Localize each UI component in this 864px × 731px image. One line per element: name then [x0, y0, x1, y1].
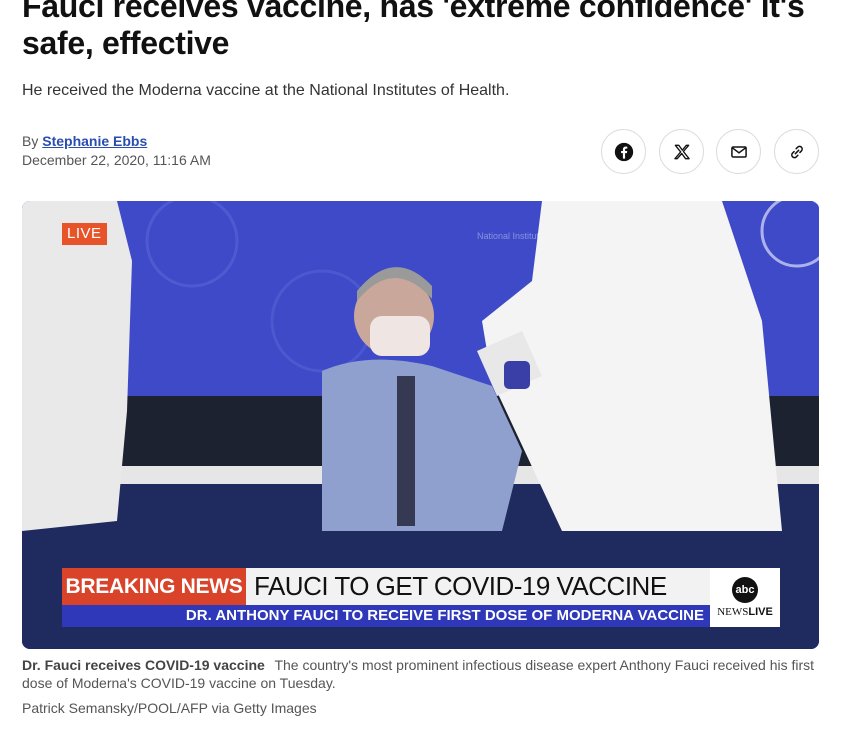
share-x-button[interactable]	[659, 129, 704, 174]
share-link-button[interactable]	[774, 129, 819, 174]
article-subheadline: He received the Moderna vaccine at the N…	[22, 82, 510, 99]
image-caption: Dr. Fauci receives COVID-19 vaccine The …	[22, 656, 822, 692]
facebook-icon	[614, 142, 633, 161]
logo-news-text: NEWS	[717, 606, 749, 618]
breaking-news-tag: BREAKING NEWS	[62, 568, 246, 605]
share-email-button[interactable]	[716, 129, 761, 174]
breaking-news-banner: BREAKING NEWS FAUCI TO GET COVID-19 VACC…	[62, 568, 780, 627]
abc-logo-text: abc	[732, 577, 758, 603]
byline: By Stephanie Ebbs	[22, 132, 147, 150]
abc-news-live-logo: abc NEWSLIVE	[710, 568, 780, 627]
banner-headline: FAUCI TO GET COVID-19 VACCINE	[246, 568, 710, 605]
logo-live-text: LIVE	[748, 606, 773, 618]
link-icon	[790, 145, 803, 158]
article-headline: Fauci receives vaccine, has 'extreme con…	[22, 0, 805, 61]
author-link[interactable]: Stephanie Ebbs	[42, 133, 147, 149]
banner-subheadline: DR. ANTHONY FAUCI TO RECEIVE FIRST DOSE …	[62, 605, 710, 627]
x-icon	[673, 144, 690, 159]
byline-prefix: By	[22, 133, 39, 149]
publish-date: December 22, 2020, 11:16 AM	[22, 152, 211, 168]
share-facebook-button[interactable]	[601, 129, 646, 174]
caption-title: Dr. Fauci receives COVID-19 vaccine	[22, 657, 265, 673]
live-badge: LIVE	[62, 223, 107, 245]
email-icon	[730, 145, 747, 158]
video-player[interactable]: National Institutes of Health LIVE BREAK…	[22, 201, 819, 649]
image-credit: Patrick Semansky/POOL/AFP via Getty Imag…	[22, 700, 317, 716]
